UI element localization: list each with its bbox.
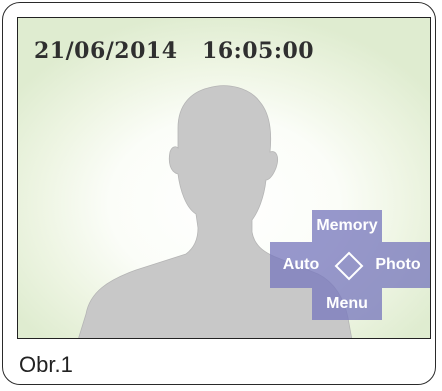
figure-caption: Obr.1 [19, 352, 73, 377]
navigation-cross: Memory Menu Auto Photo [18, 18, 430, 338]
memory-label: Memory [316, 217, 378, 234]
diamond-outline-icon [334, 251, 364, 281]
menu-label: Menu [326, 295, 368, 312]
device-frame: 21/06/2014 16:05:00 Memory Menu Auto Pho… [2, 2, 436, 385]
photo-label: Photo [375, 256, 421, 273]
auto-label: Auto [282, 256, 320, 273]
menu-button[interactable]: Menu [312, 288, 382, 320]
photo-button[interactable]: Photo [368, 250, 428, 280]
memory-button[interactable]: Memory [312, 210, 382, 242]
auto-button[interactable]: Auto [274, 250, 328, 280]
monitor-screen: 21/06/2014 16:05:00 Memory Menu Auto Pho… [17, 17, 431, 339]
